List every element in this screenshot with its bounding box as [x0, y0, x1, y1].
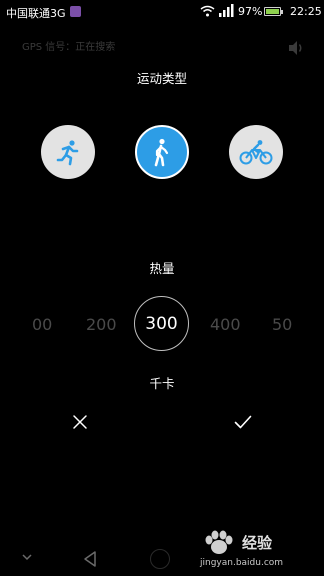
volume-icon[interactable]: [287, 40, 305, 56]
close-icon[interactable]: [72, 414, 88, 430]
status-bar: 中国联通3G 97% 22:25: [0, 0, 324, 24]
chevron-down-icon[interactable]: [20, 552, 34, 562]
watermark-url: jingyan.baidu.com: [200, 558, 284, 568]
calories-title: 热量: [149, 261, 175, 276]
sport-option-cycling[interactable]: [229, 125, 283, 179]
wifi-icon: [200, 5, 215, 17]
picker-value[interactable]: 50: [272, 315, 292, 334]
calories-unit: 千卡: [149, 376, 175, 391]
clock: 22:25: [290, 5, 322, 18]
back-icon[interactable]: [82, 550, 98, 568]
notification-icon: [70, 6, 81, 17]
running-icon: [56, 140, 79, 166]
cycling-icon: [239, 140, 273, 165]
watermark-text: 经验: [242, 534, 273, 552]
paw-logo-icon: [205, 530, 233, 554]
signal-icon: [219, 4, 234, 17]
sport-option-running[interactable]: [41, 125, 95, 179]
sport-option-walking[interactable]: [135, 125, 189, 179]
battery-icon: [264, 7, 283, 16]
picker-value[interactable]: 400: [210, 315, 241, 334]
picker-value[interactable]: 00: [32, 315, 52, 334]
carrier-name: 中国联通3G: [6, 7, 66, 20]
selected-calories: 300: [145, 313, 178, 334]
watermark: 经验 jingyan.baidu.com: [196, 526, 320, 572]
picker-value[interactable]: 200: [86, 315, 117, 334]
check-icon[interactable]: [234, 414, 252, 430]
home-button[interactable]: [150, 549, 170, 569]
calories-picker[interactable]: 00 200 300 400 50: [0, 296, 324, 352]
sport-type-title: 运动类型: [136, 71, 187, 86]
gps-status: GPS 信号：正在搜索: [22, 42, 116, 53]
battery-percent: 97%: [238, 5, 263, 18]
walking-icon: [154, 138, 169, 167]
picker-selected-value[interactable]: 300: [134, 296, 189, 351]
